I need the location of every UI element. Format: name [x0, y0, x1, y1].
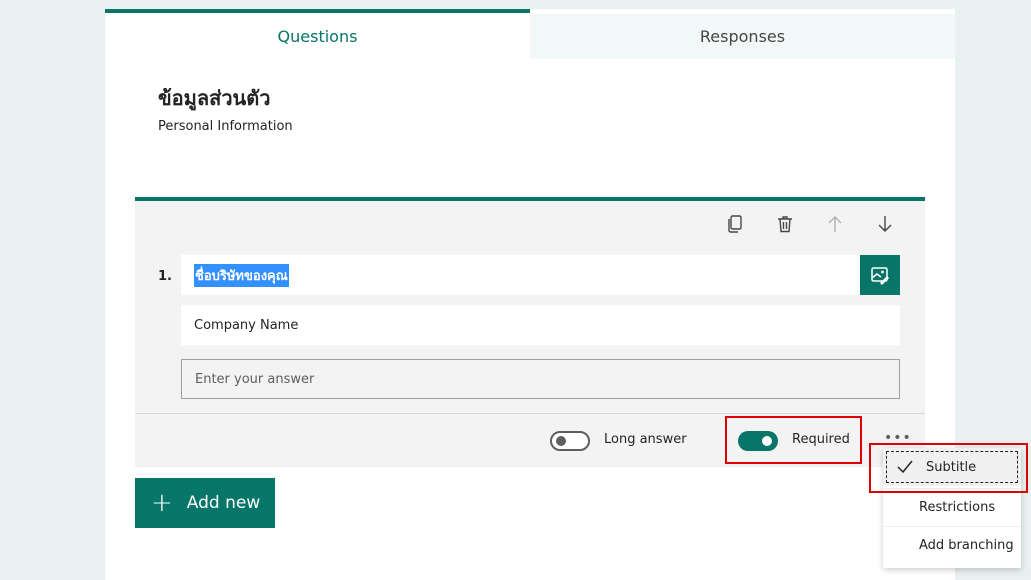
question-number: 1.	[158, 269, 172, 284]
menu-item-label: Restrictions	[919, 500, 996, 515]
form-title[interactable]: ข้อมูลส่วนตัว	[158, 82, 270, 114]
delete-icon[interactable]	[765, 211, 805, 237]
image-edit-icon	[871, 267, 889, 285]
menu-item-restrictions[interactable]: Restrictions	[883, 488, 1021, 526]
plus-icon: +	[151, 488, 173, 518]
divider	[135, 413, 925, 414]
tab-responses[interactable]: Responses	[530, 14, 955, 59]
menu-item-label: Add branching	[919, 538, 1014, 553]
add-new-label: Add new	[186, 493, 261, 513]
answer-preview-field[interactable]: Enter your answer	[181, 359, 900, 399]
menu-item-add-branching[interactable]: Add branching	[883, 526, 1021, 564]
tab-questions[interactable]: Questions	[105, 9, 530, 59]
tab-bar: Questions Responses	[105, 9, 955, 59]
question-title-text: ชื่อบริษัทของคุณ	[194, 263, 289, 287]
highlight-required	[725, 416, 862, 464]
insert-media-button[interactable]	[860, 255, 900, 295]
question-title-input[interactable]: ชื่อบริษัทของคุณ	[181, 255, 860, 295]
form-subtitle[interactable]: Personal Information	[158, 119, 293, 134]
move-up-icon[interactable]	[815, 211, 855, 237]
copy-icon[interactable]	[715, 211, 755, 237]
question-subtitle-input[interactable]: Company Name	[181, 305, 900, 345]
long-answer-toggle[interactable]	[550, 431, 590, 451]
question-toolbar	[715, 211, 905, 237]
long-answer-label: Long answer	[604, 432, 687, 447]
highlight-subtitle	[869, 443, 1028, 493]
move-down-icon[interactable]	[865, 211, 905, 237]
add-new-button[interactable]: + Add new	[135, 478, 275, 528]
